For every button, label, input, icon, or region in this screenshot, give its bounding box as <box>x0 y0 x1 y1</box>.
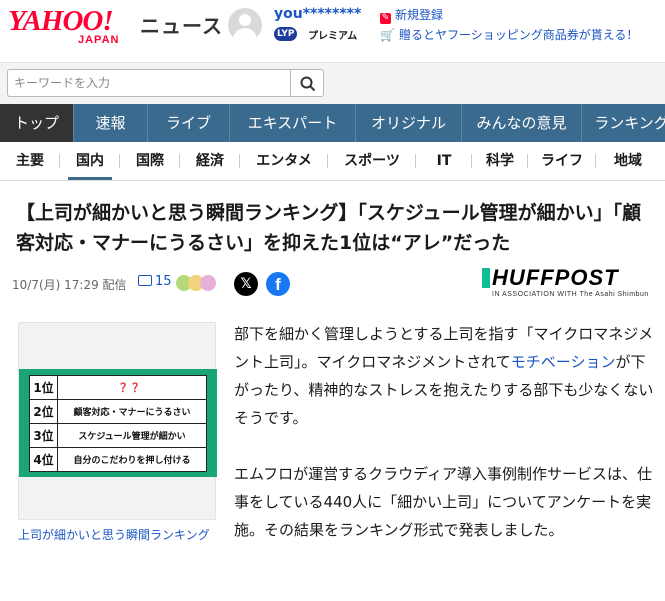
ranking-row: 3位 スケジュール管理が細かい <box>29 423 207 448</box>
x-icon[interactable]: 𝕏 <box>234 272 258 296</box>
reaction-icons[interactable] <box>176 275 224 291</box>
search-button[interactable] <box>290 69 324 97</box>
signup-label: 新規登録 <box>395 8 444 22</box>
search-bar <box>0 62 665 104</box>
ranking-position: 3位 <box>29 423 58 448</box>
promo-link[interactable]: 🛒 贈るとヤフーショッピング商品券が貰える！ <box>380 26 638 43</box>
main-nav-opinions[interactable]: みんなの意見 <box>462 104 582 142</box>
main-nav-breaking[interactable]: 速報 <box>74 104 148 142</box>
main-nav: トップ 速報 ライブ エキスパート オリジナル みんなの意見 ランキング <box>0 104 665 142</box>
ranking-table: 1位 ？？ 2位 顧客対応・マナーにうるさい 3位 スケジュール管理が細かい 4… <box>29 375 207 472</box>
article-body: 部下を細かく管理しようとする上司を指す「マイクロマネジメント上司」。マイクロマネ… <box>234 320 654 572</box>
ranking-row: 4位 自分のこだわりを押し付ける <box>29 447 207 472</box>
category-local[interactable]: 地域 <box>596 142 660 180</box>
category-domestic[interactable]: 国内 <box>60 142 120 180</box>
ranking-text: スケジュール管理が細かい <box>57 423 207 448</box>
avatar-icon[interactable] <box>228 8 262 42</box>
category-label: 経済 <box>196 153 224 169</box>
category-life[interactable]: ライフ <box>528 142 596 180</box>
source-sub: IN ASSOCIATION WITH The Asahi Shimbun <box>492 291 649 298</box>
category-it[interactable]: IT <box>416 142 472 180</box>
paragraph: 部下を細かく管理しようとする上司を指す「マイクロマネジメント上司」。マイクロマネ… <box>234 320 654 432</box>
category-entertainment[interactable]: エンタメ <box>240 142 328 180</box>
category-label: 国内 <box>76 153 104 169</box>
logo-sub-text: JAPAN <box>78 34 120 46</box>
category-label: 国際 <box>136 153 164 169</box>
article-figure[interactable]: 1位 ？？ 2位 顧客対応・マナーにうるさい 3位 スケジュール管理が細かい 4… <box>18 322 217 520</box>
main-nav-expert[interactable]: エキスパート <box>230 104 356 142</box>
category-label: エンタメ <box>256 153 312 169</box>
main-nav-original[interactable]: オリジナル <box>356 104 462 142</box>
category-label: 主要 <box>16 153 44 169</box>
reaction-icon <box>200 275 216 291</box>
ranking-text: 顧客対応・マナーにうるさい <box>57 399 207 424</box>
comment-count: 15 <box>155 274 172 289</box>
username-link[interactable]: you******** <box>274 6 361 22</box>
ranking-text: ？？ <box>57 375 207 400</box>
ranking-image: 1位 ？？ 2位 顧客対応・マナーにうるさい 3位 スケジュール管理が細かい 4… <box>19 369 217 477</box>
main-nav-live[interactable]: ライブ <box>148 104 230 142</box>
yahoo-logo[interactable]: YAHOO! JAPAN <box>8 6 138 46</box>
main-nav-top[interactable]: トップ <box>0 104 74 142</box>
ranking-row: 1位 ？？ <box>29 375 207 400</box>
article-date: 10/7(月) 17:29 配信 <box>12 278 127 292</box>
category-sports[interactable]: スポーツ <box>328 142 416 180</box>
comment-icon <box>138 275 152 286</box>
ranking-position: 4位 <box>29 447 58 472</box>
gift-icon: 🛒 <box>380 28 395 42</box>
category-label: 科学 <box>486 153 514 169</box>
search-input[interactable] <box>7 69 290 97</box>
paragraph: エムフロが運営するクラウディア導入事例制作サービスは、仕事をしている440人に「… <box>234 465 653 539</box>
category-label: スポーツ <box>344 153 400 169</box>
logo-main-text: YAHOO! <box>8 5 114 37</box>
section-title[interactable]: ニュース <box>140 10 223 39</box>
main-nav-ranking[interactable]: ランキング <box>582 104 665 142</box>
ranking-position: 1位 <box>29 375 58 400</box>
ranking-position: 2位 <box>29 399 58 424</box>
category-international[interactable]: 国際 <box>120 142 180 180</box>
source-name: HUFFPOST <box>492 265 619 290</box>
category-economy[interactable]: 経済 <box>180 142 240 180</box>
article-title: 【上司が細かいと思う瞬間ランキング】「スケジュール管理が細かい」「顧客対応・マナ… <box>16 202 642 254</box>
category-major[interactable]: 主要 <box>0 142 60 180</box>
ranking-row: 2位 顧客対応・マナーにうるさい <box>29 399 207 424</box>
comment-link[interactable]: 15 <box>138 274 172 289</box>
search-icon <box>300 76 316 92</box>
site-header: YAHOO! JAPAN ニュース you******** LYP プレミアム … <box>0 0 665 62</box>
signup-icon: ✎ <box>380 13 391 24</box>
huffpost-bar-icon <box>482 268 490 288</box>
ranking-text: 自分のこだわりを押し付ける <box>57 447 207 472</box>
figure-caption[interactable]: 上司が細かいと思う瞬間ランキング <box>18 526 210 543</box>
premium-link[interactable]: プレミアム <box>308 27 357 42</box>
source-logo[interactable]: HUFFPOST IN ASSOCIATION WITH The Asahi S… <box>482 265 648 302</box>
facebook-icon[interactable]: f <box>266 272 290 296</box>
category-label: ライフ <box>541 153 583 169</box>
category-nav: 主要 国内 国際 経済 エンタメ スポーツ IT 科学 ライフ 地域 <box>0 142 665 181</box>
promo-label: 贈るとヤフーショッピング商品券が貰える！ <box>398 28 639 42</box>
lyp-badge[interactable]: LYP <box>274 27 298 41</box>
category-label: IT <box>436 153 452 169</box>
category-science[interactable]: 科学 <box>472 142 528 180</box>
category-label: 地域 <box>614 153 642 169</box>
signup-link[interactable]: ✎ 新規登録 <box>380 6 443 24</box>
keyword-link[interactable]: モチベーション <box>511 353 616 371</box>
